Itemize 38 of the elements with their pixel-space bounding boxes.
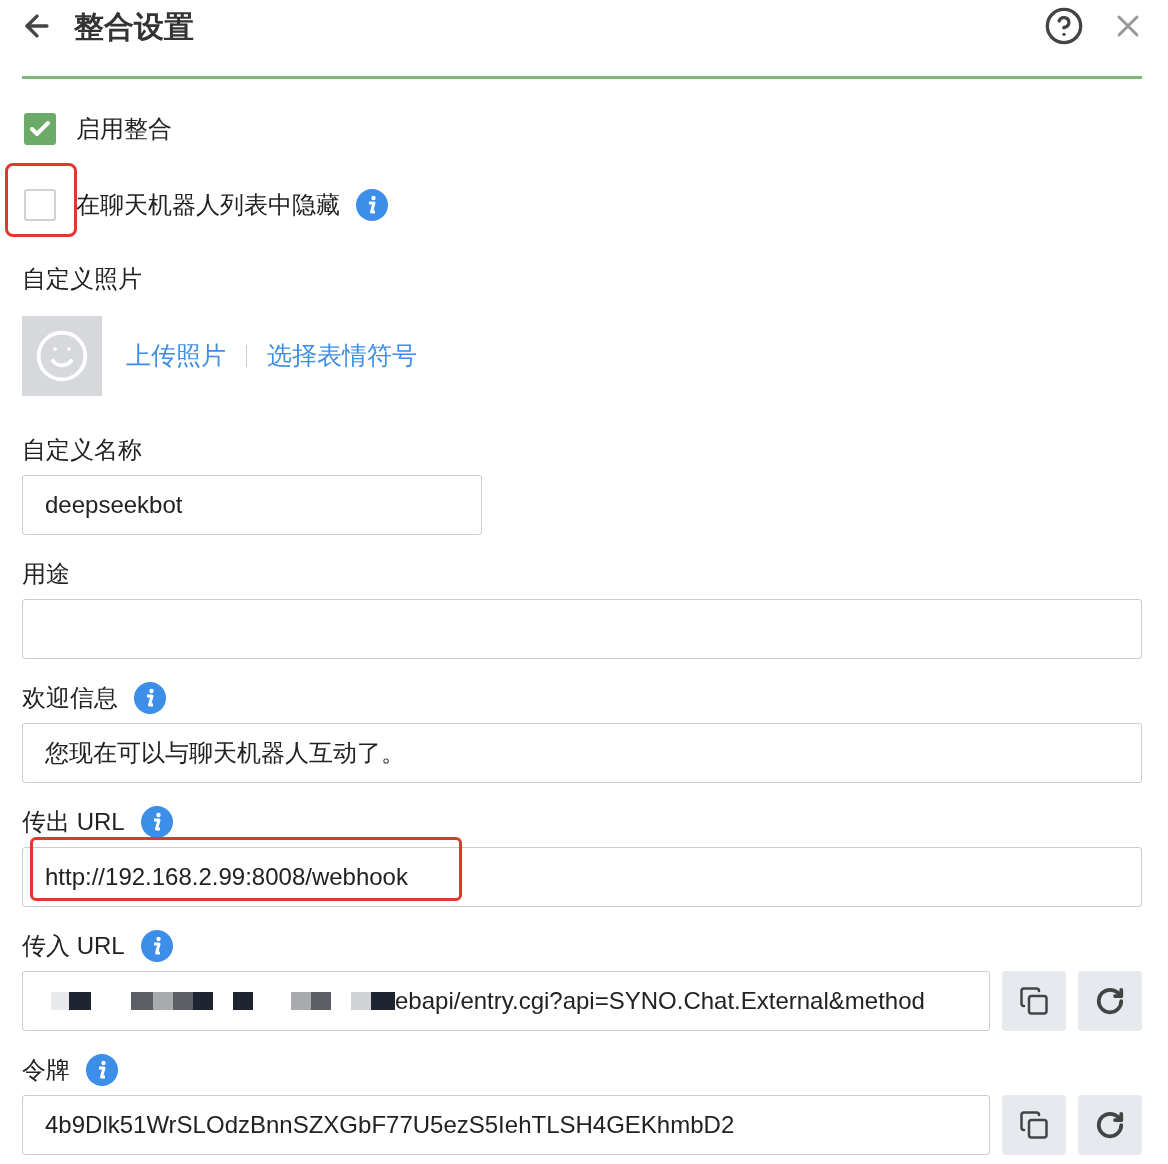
field-label: 自定义名称 — [22, 435, 142, 465]
refresh-button[interactable] — [1078, 1095, 1142, 1155]
refresh-button[interactable] — [1078, 971, 1142, 1031]
field-value: deepseekbot — [45, 490, 183, 520]
smiley-icon — [34, 328, 90, 384]
refresh-icon — [1095, 986, 1125, 1016]
checkbox-label: 在聊天机器人列表中隐藏 — [76, 190, 340, 220]
field-value: http://192.168.2.99:8008/webhook — [45, 862, 408, 892]
info-icon[interactable] — [86, 1054, 118, 1086]
field-value: 您现在可以与聊天机器人互动了。 — [45, 738, 405, 768]
help-icon[interactable] — [1044, 6, 1084, 46]
copy-button[interactable] — [1002, 971, 1066, 1031]
info-icon[interactable] — [140, 806, 173, 838]
copy-icon — [1019, 986, 1049, 1016]
checkbox[interactable] — [24, 189, 56, 221]
field-value: 4b9Dlk51WrSLOdzBnnSZXGbF77U5ezS5IehTLSH4GEKhmbD2 — [45, 1110, 735, 1140]
copy-icon — [1019, 1110, 1049, 1140]
info-icon[interactable] — [140, 930, 173, 962]
info-icon[interactable] — [134, 682, 166, 714]
field-label: 欢迎信息 — [22, 683, 118, 713]
section-label: 自定义照片 — [22, 264, 142, 294]
field-label: 令牌 — [22, 1055, 70, 1085]
copy-button[interactable] — [1002, 1095, 1066, 1155]
input-field[interactable] — [22, 599, 1142, 659]
checkbox-label: 启用整合 — [76, 114, 172, 144]
field-label: 传入 URL — [22, 931, 125, 961]
page-title: 整合设置 — [74, 8, 194, 45]
checkbox[interactable] — [24, 113, 56, 145]
field-label: 用途 — [22, 559, 70, 589]
input-field[interactable]: 4b9Dlk51WrSLOdzBnnSZXGbF77U5ezS5IehTLSH4GEKhmbD2 — [22, 1095, 990, 1155]
field-value: ebapi/entry.cgi?api=SYNO.Chat.External&method — [395, 986, 925, 1016]
input-field[interactable]: 您现在可以与聊天机器人互动了。 — [22, 723, 1142, 783]
input-field[interactable]: deepseekbot — [22, 475, 482, 535]
field-label: 传出 URL — [22, 807, 125, 837]
refresh-icon — [1095, 1110, 1125, 1140]
input-field[interactable]: ebapi/entry.cgi?api=SYNO.Chat.External&method — [22, 971, 990, 1031]
input-field[interactable]: http://192.168.2.99:8008/webhook — [22, 847, 1142, 907]
info-icon[interactable] — [356, 189, 388, 221]
